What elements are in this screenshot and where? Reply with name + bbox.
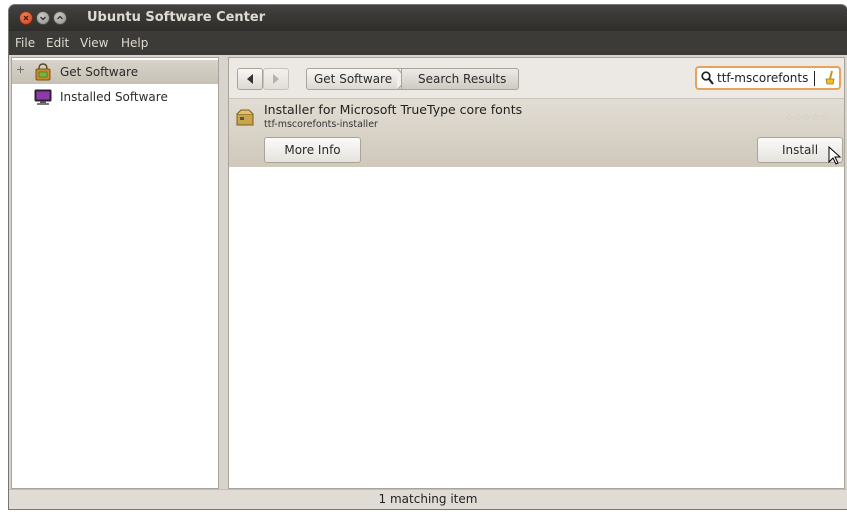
store-bag-icon <box>34 63 52 81</box>
pane-splitter[interactable] <box>221 57 227 489</box>
menu-view[interactable]: View <box>80 36 108 50</box>
sidebar-item-label: Get Software <box>60 65 139 79</box>
app-window: Ubuntu Software Center File Edit View He… <box>9 5 847 509</box>
back-arrow-icon <box>247 74 253 84</box>
magnifier-icon <box>701 71 714 85</box>
result-item[interactable]: Installer for Microsoft TrueType core fo… <box>229 99 844 167</box>
search-value: ttf-mscorefonts <box>717 71 809 85</box>
clear-brush-icon[interactable] <box>823 70 837 86</box>
breadcrumb-search-results[interactable]: Search Results <box>401 68 519 90</box>
breadcrumb-label: Get Software <box>314 72 393 86</box>
forward-button[interactable] <box>263 68 289 90</box>
mouse-pointer-icon <box>828 146 842 165</box>
sidebar: + Get Software Installed Software <box>11 57 219 489</box>
forward-arrow-icon <box>273 74 279 84</box>
status-bar: 1 matching item <box>9 489 847 509</box>
close-icon[interactable] <box>19 11 33 25</box>
menu-edit[interactable]: Edit <box>46 36 69 50</box>
monitor-icon <box>34 88 52 106</box>
sidebar-item-get-software[interactable]: + Get Software <box>12 60 218 84</box>
more-info-button[interactable]: More Info <box>264 137 361 163</box>
window-title: Ubuntu Software Center <box>87 10 266 25</box>
minimize-icon[interactable] <box>36 11 50 25</box>
text-caret <box>814 71 815 86</box>
menu-bar: File Edit View Help <box>9 31 847 55</box>
rating-stars: ☆☆☆☆☆ <box>784 111 829 124</box>
main-pane: Get Software Search Results ttf-mscorefo… <box>228 57 845 489</box>
app-package: ttf-mscorefonts-installer <box>264 119 378 130</box>
title-bar: Ubuntu Software Center <box>9 5 847 31</box>
sidebar-item-label: Installed Software <box>60 90 168 104</box>
maximize-icon[interactable] <box>53 11 67 25</box>
navigation-bar: Get Software Search Results ttf-mscorefo… <box>229 58 844 99</box>
menu-help[interactable]: Help <box>121 36 148 50</box>
app-name: Installer for Microsoft TrueType core fo… <box>264 102 523 117</box>
back-button[interactable] <box>237 68 263 90</box>
status-text: 1 matching item <box>378 492 478 506</box>
sidebar-item-installed-software[interactable]: Installed Software <box>12 85 218 109</box>
search-input[interactable]: ttf-mscorefonts <box>695 66 841 90</box>
package-icon <box>235 107 255 130</box>
breadcrumb-label: Search Results <box>418 72 507 86</box>
breadcrumb-get-software[interactable]: Get Software <box>306 68 402 90</box>
content-area: + Get Software Installed Software Get So… <box>9 55 847 489</box>
expander-icon[interactable]: + <box>15 64 26 75</box>
menu-file[interactable]: File <box>15 36 35 50</box>
